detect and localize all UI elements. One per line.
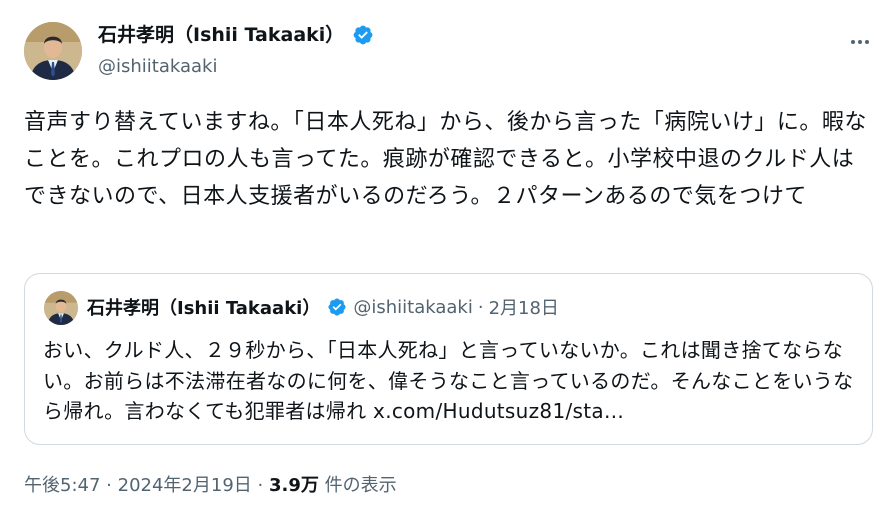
author-avatar[interactable] bbox=[24, 22, 82, 80]
quoted-tweet-text: おい、クルド人、２９秒から、「日本人死ね」と言っていないか。これは聞き捨てならな… bbox=[43, 338, 854, 423]
verified-badge-icon[interactable] bbox=[352, 24, 374, 46]
author-name[interactable]: 石井孝明（Ishii Takaaki） bbox=[98, 22, 374, 48]
tweet-date[interactable]: 2024年2月19日 bbox=[118, 475, 252, 496]
verified-badge-icon bbox=[327, 297, 347, 317]
quoted-tweet-date: 2月18日 bbox=[488, 298, 559, 319]
quoted-tweet[interactable]: 石井孝明（Ishii Takaaki） @ishiitakaaki · 2月18… bbox=[24, 273, 873, 445]
quoted-author-name: 石井孝明（Ishii Takaaki） bbox=[87, 298, 321, 319]
quoted-author-handle: @ishiitakaaki bbox=[353, 296, 473, 318]
tweet-time[interactable]: 午後5:47 bbox=[24, 475, 100, 496]
separator-dot: · bbox=[257, 475, 264, 496]
separator-dot: · bbox=[106, 475, 112, 496]
separator-dot: · bbox=[477, 296, 484, 318]
tweet-meta: 午後5:47 · 2024年2月19日 · 3.9万 件の表示 bbox=[24, 472, 397, 500]
tweet-text: 音声すり替えていますね。「日本人死ね」から、後から言った「病院いけ」に。暇なこと… bbox=[24, 110, 867, 209]
quoted-author-avatar bbox=[44, 291, 78, 325]
more-options-icon[interactable] bbox=[848, 30, 872, 54]
author-name-text[interactable]: 石井孝明（Ishii Takaaki） bbox=[98, 22, 344, 48]
author-handle[interactable]: @ishiitakaaki bbox=[98, 54, 217, 80]
view-count: 3.9万 bbox=[269, 475, 319, 496]
quoted-tweet-header: 石井孝明（Ishii Takaaki） @ishiitakaaki · 2月18… bbox=[87, 292, 559, 322]
view-count-label: 件の表示 bbox=[324, 475, 397, 496]
